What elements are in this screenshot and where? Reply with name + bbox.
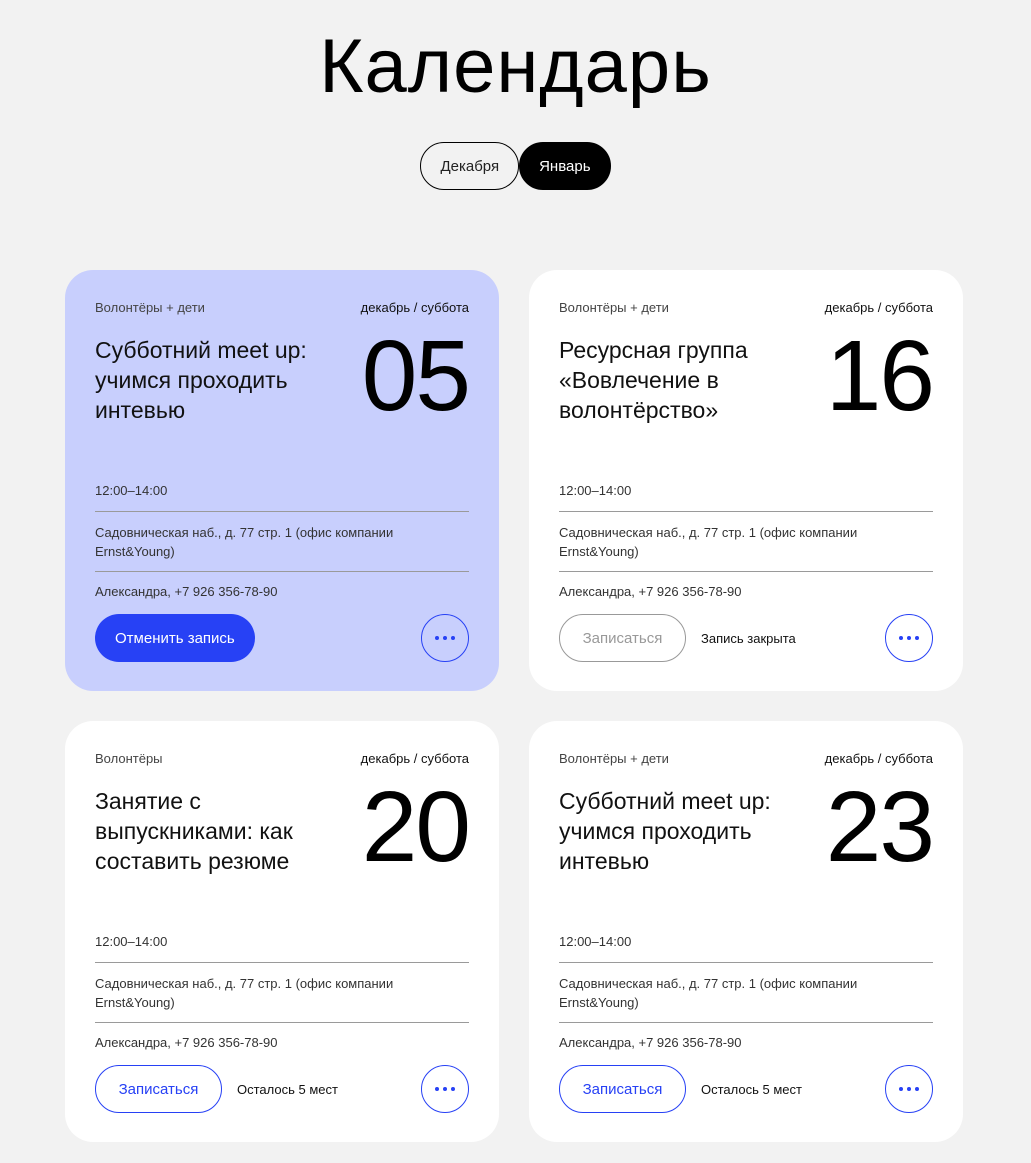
event-time: 12:00–14:00: [95, 932, 469, 963]
event-card: Волонтёры декабрь / суббота Занятие с вы…: [65, 721, 499, 1142]
registration-status: Запись закрыта: [701, 630, 796, 646]
event-address: Садовническая наб., д. 77 стр. 1 (офис к…: [559, 512, 933, 572]
event-date: декабрь / суббота: [824, 751, 933, 766]
tab-january[interactable]: Январь: [519, 142, 611, 190]
more-dots-icon: [899, 1087, 903, 1091]
event-title: Занятие с выпускниками: как составить ре…: [95, 788, 293, 874]
event-date: декабрь / суббота: [360, 300, 469, 315]
more-options-button[interactable]: [885, 614, 933, 662]
event-date: декабрь / суббота: [360, 751, 469, 766]
calendar-page: Календарь Декабря Январь Волонтёры + дет…: [0, 0, 1031, 1163]
event-contact: Александра, +7 926 356-78-90: [95, 1035, 278, 1050]
seats-left: Осталось 5 мест: [701, 1081, 802, 1097]
event-address: Садовническая наб., д. 77 стр. 1 (офис к…: [559, 963, 933, 1023]
event-day-number: 20: [361, 771, 471, 883]
event-card: Волонтёры + дети декабрь / суббота Суббо…: [529, 721, 963, 1142]
register-button-disabled: Записаться: [559, 614, 686, 662]
event-day-number: 23: [825, 771, 935, 883]
event-time: 12:00–14:00: [559, 932, 933, 963]
event-address: Садовническая наб., д. 77 стр. 1 (офис к…: [95, 963, 469, 1023]
more-options-button[interactable]: [421, 614, 469, 662]
event-contact: Александра, +7 926 356-78-90: [559, 1035, 742, 1050]
event-contact: Александра, +7 926 356-78-90: [559, 584, 742, 599]
event-date: декабрь / суббота: [824, 300, 933, 315]
card-header: Волонтёры + дети декабрь / суббота: [559, 751, 933, 766]
more-dots-icon: [435, 636, 439, 640]
card-header: Волонтёры декабрь / суббота: [95, 751, 469, 766]
card-header: Волонтёры + дети декабрь / суббота: [95, 300, 469, 315]
event-time: 12:00–14:00: [559, 481, 933, 512]
register-button[interactable]: Записаться: [559, 1065, 686, 1113]
event-title: Субботний meet up: учимся проходить инте…: [559, 788, 771, 874]
card-header: Волонтёры + дети декабрь / суббота: [559, 300, 933, 315]
event-address: Садовническая наб., д. 77 стр. 1 (офис к…: [95, 512, 469, 572]
event-category: Волонтёры + дети: [95, 300, 205, 315]
event-day-number: 05: [361, 320, 471, 432]
event-title: Ресурсная группа «Вовлечение в волонтёрс…: [559, 337, 748, 423]
seats-left: Осталось 5 мест: [237, 1081, 338, 1097]
event-category: Волонтёры + дети: [559, 300, 669, 315]
event-contact: Александра, +7 926 356-78-90: [95, 584, 278, 599]
cancel-registration-button[interactable]: Отменить запись: [95, 614, 255, 662]
more-dots-icon: [899, 636, 903, 640]
more-options-button[interactable]: [885, 1065, 933, 1113]
more-options-button[interactable]: [421, 1065, 469, 1113]
event-category: Волонтёры: [95, 751, 163, 766]
page-title: Календарь: [319, 24, 712, 109]
event-title: Субботний meet up: учимся проходить инте…: [95, 337, 307, 423]
tab-december[interactable]: Декабря: [420, 142, 520, 190]
event-day-number: 16: [825, 320, 935, 432]
event-time: 12:00–14:00: [95, 481, 469, 512]
month-tabs: Декабря Январь: [0, 142, 1031, 190]
event-card: Волонтёры + дети декабрь / суббота Суббо…: [65, 270, 499, 691]
more-dots-icon: [435, 1087, 439, 1091]
event-category: Волонтёры + дети: [559, 751, 669, 766]
event-card: Волонтёры + дети декабрь / суббота Ресур…: [529, 270, 963, 691]
register-button[interactable]: Записаться: [95, 1065, 222, 1113]
